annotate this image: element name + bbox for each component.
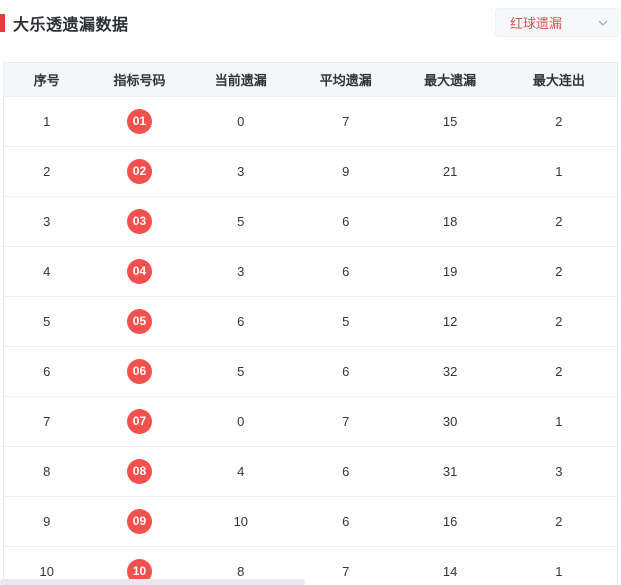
cell-current: 0 — [189, 96, 293, 147]
col-header-max: 最大遗漏 — [399, 62, 501, 97]
cell-ball: 05 — [89, 296, 190, 347]
cell-seq: 5 — [3, 296, 90, 347]
omission-table-wrap: 序号 指标号码 当前遗漏 平均遗漏 最大遗漏 最大连出 1 01 0 7 15 … — [3, 62, 618, 585]
horizontal-scrollbar-thumb[interactable] — [0, 579, 305, 585]
cell-current: 0 — [189, 396, 293, 447]
cell-max: 15 — [399, 96, 501, 147]
table-header-row: 序号 指标号码 当前遗漏 平均遗漏 最大遗漏 最大连出 — [3, 62, 618, 97]
cell-max: 14 — [399, 546, 501, 585]
table-row: 6 06 5 6 32 2 — [3, 346, 618, 397]
cell-max: 30 — [399, 396, 501, 447]
omission-data-panel: 大乐透遗漏数据 红球遗漏 序号 指标号码 当前遗漏 平均遗漏 最大遗漏 最大连出… — [0, 0, 621, 585]
cell-max: 18 — [399, 196, 501, 247]
cell-ball: 08 — [89, 446, 190, 497]
cell-seq: 9 — [3, 496, 90, 547]
cell-seq: 8 — [3, 446, 90, 497]
cell-max: 31 — [399, 446, 501, 497]
cell-average: 6 — [292, 246, 400, 297]
table-row: 5 05 6 5 12 2 — [3, 296, 618, 347]
table-row: 9 09 10 6 16 2 — [3, 496, 618, 547]
cell-average: 5 — [292, 296, 400, 347]
cell-max: 19 — [399, 246, 501, 297]
cell-streak: 3 — [500, 446, 618, 497]
table-row: 3 03 5 6 18 2 — [3, 196, 618, 247]
table-row: 8 08 4 6 31 3 — [3, 446, 618, 497]
cell-current: 3 — [189, 146, 293, 197]
cell-seq: 2 — [3, 146, 90, 197]
red-ball-badge: 09 — [126, 509, 152, 534]
cell-seq: 7 — [3, 396, 90, 447]
table-row: 7 07 0 7 30 1 — [3, 396, 618, 447]
cell-seq: 6 — [3, 346, 90, 397]
col-header-current: 当前遗漏 — [189, 62, 293, 97]
cell-average: 7 — [292, 96, 400, 147]
cell-average: 6 — [292, 196, 400, 247]
table-row: 4 04 3 6 19 2 — [3, 246, 618, 297]
cell-seq: 3 — [3, 196, 90, 247]
cell-current: 6 — [189, 296, 293, 347]
panel-topbar: 大乐透遗漏数据 红球遗漏 — [0, 0, 621, 62]
page-title: 大乐透遗漏数据 — [13, 17, 129, 34]
cell-max: 16 — [399, 496, 501, 547]
cell-streak: 2 — [500, 246, 618, 297]
cell-streak: 2 — [500, 496, 618, 547]
cell-average: 6 — [292, 446, 400, 497]
col-header-seq: 序号 — [3, 62, 90, 97]
cell-streak: 2 — [500, 346, 618, 397]
cell-current: 4 — [189, 446, 293, 497]
red-ball-badge: 01 — [126, 109, 152, 134]
cell-average: 7 — [292, 546, 400, 585]
cell-average: 9 — [292, 146, 400, 197]
cell-max: 21 — [399, 146, 501, 197]
red-ball-badge: 05 — [126, 309, 152, 334]
chevron-down-icon — [597, 17, 609, 29]
cell-ball: 06 — [89, 346, 190, 397]
col-header-ball: 指标号码 — [89, 62, 190, 97]
cell-ball: 09 — [89, 496, 190, 547]
cell-current: 3 — [189, 246, 293, 297]
red-ball-badge: 08 — [126, 459, 152, 484]
red-ball-badge: 04 — [126, 259, 152, 284]
cell-streak: 2 — [500, 96, 618, 147]
red-ball-badge: 03 — [126, 209, 152, 234]
title-block: 大乐透遗漏数据 — [0, 11, 129, 35]
cell-average: 7 — [292, 396, 400, 447]
cell-streak: 1 — [500, 546, 618, 585]
cell-max: 32 — [399, 346, 501, 397]
cell-current: 10 — [189, 496, 293, 547]
cell-ball: 07 — [89, 396, 190, 447]
cell-ball: 04 — [89, 246, 190, 297]
red-ball-badge: 07 — [126, 409, 152, 434]
cell-current: 5 — [189, 346, 293, 397]
select-value: 红球遗漏 — [510, 16, 563, 31]
cell-current: 5 — [189, 196, 293, 247]
title-accent-bar — [0, 14, 5, 32]
cell-streak: 2 — [500, 296, 618, 347]
ball-type-select[interactable]: 红球遗漏 — [495, 8, 620, 37]
cell-max: 12 — [399, 296, 501, 347]
col-header-streak: 最大连出 — [500, 62, 618, 97]
table-row: 1 01 0 7 15 2 — [3, 96, 618, 147]
cell-ball: 03 — [89, 196, 190, 247]
cell-seq: 1 — [3, 96, 90, 147]
omission-table: 序号 指标号码 当前遗漏 平均遗漏 最大遗漏 最大连出 1 01 0 7 15 … — [3, 62, 618, 585]
cell-streak: 1 — [500, 146, 618, 197]
col-header-average: 平均遗漏 — [292, 62, 400, 97]
cell-ball: 01 — [89, 96, 190, 147]
cell-average: 6 — [292, 346, 400, 397]
red-ball-badge: 06 — [126, 359, 152, 384]
cell-seq: 4 — [3, 246, 90, 297]
table-row: 2 02 3 9 21 1 — [3, 146, 618, 197]
cell-ball: 02 — [89, 146, 190, 197]
cell-streak: 2 — [500, 196, 618, 247]
red-ball-badge: 02 — [126, 159, 152, 184]
cell-streak: 1 — [500, 396, 618, 447]
cell-average: 6 — [292, 496, 400, 547]
